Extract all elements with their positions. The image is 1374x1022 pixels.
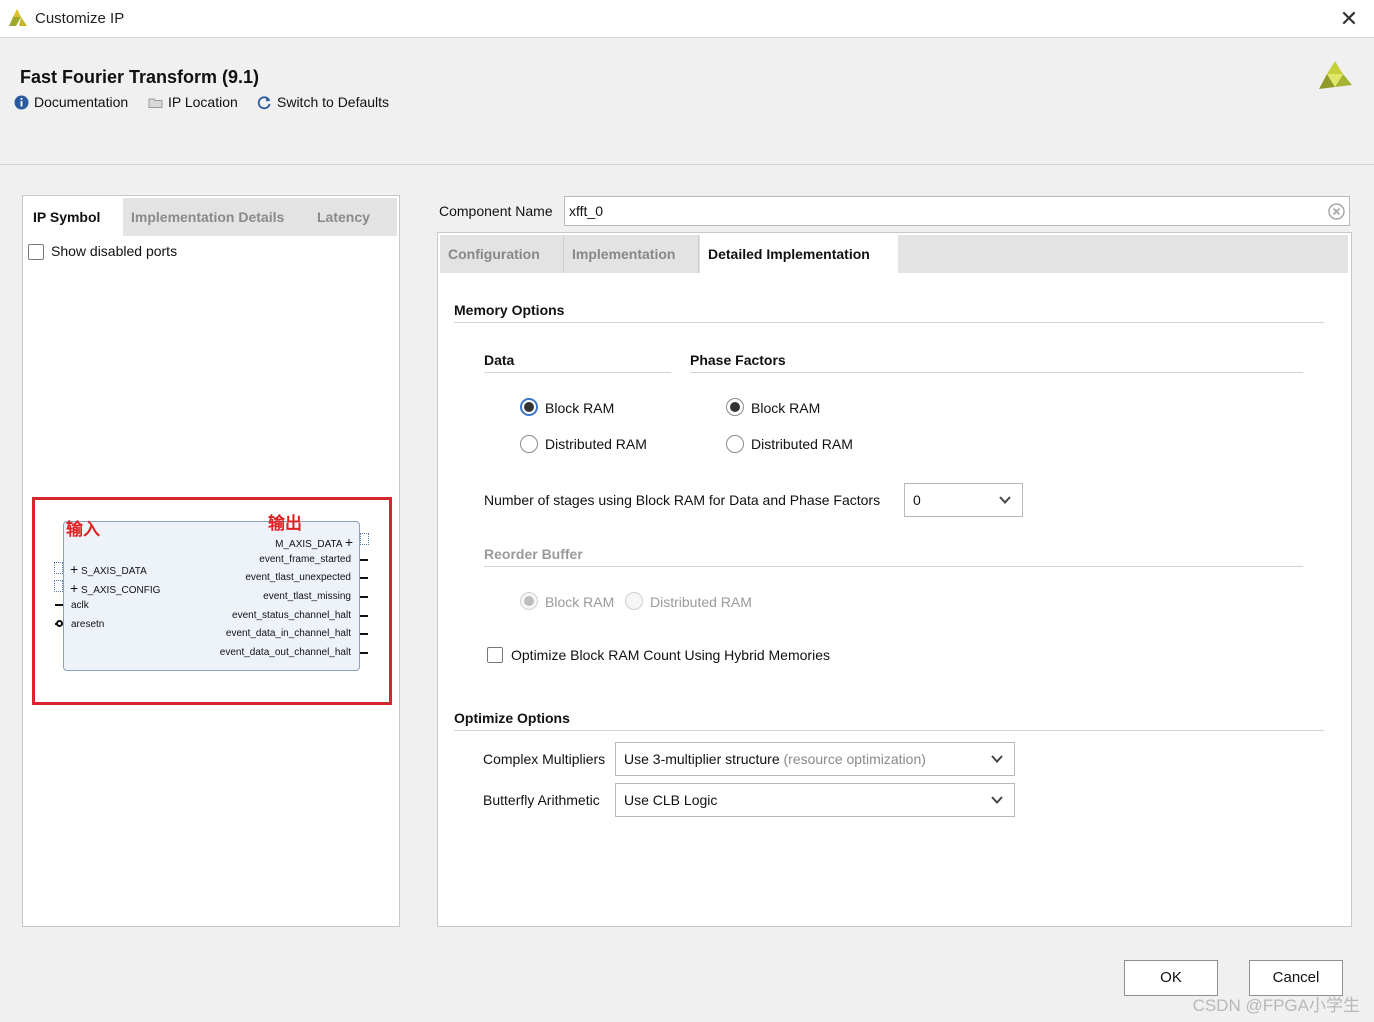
title-bar: Customize IP ✕ [0,0,1374,38]
show-disabled-ports-checkbox[interactable] [28,244,44,260]
folder-icon [148,98,163,108]
reorder-distributed-ram-radio [625,592,643,610]
watermark: CSDN @FPGA小学生 [1192,996,1360,1015]
annotation-input-label: 输入 [66,520,100,539]
reorder-buffer-divider [484,566,1303,567]
switch-to-defaults-link[interactable]: Switch to Defaults [257,94,389,110]
chevron-down-icon [999,496,1011,504]
left-tab-bar: IP Symbol Implementation Details Latency [25,198,397,236]
stages-label: Number of stages using Block RAM for Dat… [484,492,881,508]
phase-distributed-ram-label: Distributed RAM [751,436,853,452]
tab-latency[interactable]: Latency [309,198,395,236]
reorder-distributed-ram-label: Distributed RAM [650,594,752,610]
phase-factors-title: Phase Factors [690,352,786,368]
tab-implementation-details[interactable]: Implementation Details [123,198,306,236]
close-button[interactable]: ✕ [1336,6,1362,32]
ip-location-link[interactable]: IP Location [148,94,238,110]
phase-block-ram-radio[interactable] [726,398,744,416]
memory-options-title: Memory Options [454,302,565,318]
optimize-options-title: Optimize Options [454,710,570,726]
vendor-logo-icon [1319,61,1352,89]
reorder-block-ram-label: Block RAM [545,594,615,610]
optimize-options-divider [454,730,1324,731]
tab-configuration[interactable]: Configuration [440,235,564,273]
data-block-ram-label: Block RAM [545,400,615,416]
configuration-panel: Configuration Implementation Detailed Im… [437,232,1352,927]
reorder-block-ram-radio [520,592,538,610]
component-name-label: Component Name [439,203,553,219]
complex-multipliers-dropdown[interactable]: Use 3-multiplier structure (resource opt… [615,742,1015,776]
switch-to-defaults-label: Switch to Defaults [277,94,390,110]
stages-value: 0 [913,492,921,508]
window-title: Customize IP [35,10,125,27]
complex-multipliers-label: Complex Multipliers [483,751,606,767]
annotation-output-label: 输出 [268,514,302,533]
data-distributed-ram-radio[interactable] [520,435,538,453]
ip-location-label: IP Location [168,94,238,110]
hybrid-memories-checkbox[interactable] [487,647,503,663]
show-disabled-ports-label: Show disabled ports [51,243,178,259]
phase-block-ram-label: Block RAM [751,400,821,416]
phase-factors-divider [690,372,1303,373]
butterfly-arithmetic-value: Use CLB Logic [624,792,718,808]
info-icon [14,95,29,109]
app-logo-icon [9,9,27,26]
refresh-icon [257,95,271,109]
data-divider [484,372,671,373]
reorder-buffer-title: Reorder Buffer [484,546,583,562]
documentation-link[interactable]: Documentation [14,94,128,110]
butterfly-arithmetic-dropdown[interactable]: Use CLB Logic [615,783,1015,817]
butterfly-arithmetic-label: Butterfly Arithmetic [483,792,600,808]
component-name-value: xfft_0 [569,203,603,219]
phase-distributed-ram-radio[interactable] [726,435,744,453]
data-title: Data [484,352,515,368]
component-name-field[interactable]: xfft_0 [564,196,1350,226]
data-distributed-ram-label: Distributed RAM [545,436,647,452]
hybrid-memories-label: Optimize Block RAM Count Using Hybrid Me… [511,647,830,663]
stages-dropdown[interactable]: 0 [904,483,1023,517]
data-block-ram-radio[interactable] [520,398,538,416]
ip-title: Fast Fourier Transform (9.1) [20,67,260,87]
chevron-down-icon [991,755,1003,763]
complex-multipliers-value: Use 3-multiplier structure (resource opt… [624,751,926,767]
clear-icon[interactable] [1328,203,1345,220]
documentation-label: Documentation [34,94,129,110]
tab-detailed-implementation[interactable]: Detailed Implementation [700,235,898,273]
memory-options-divider [454,322,1324,323]
tab-ip-symbol[interactable]: IP Symbol [25,198,123,236]
chevron-down-icon [991,796,1003,804]
tab-implementation[interactable]: Implementation [564,235,699,273]
right-tab-bar: Configuration Implementation Detailed Im… [440,235,1348,273]
